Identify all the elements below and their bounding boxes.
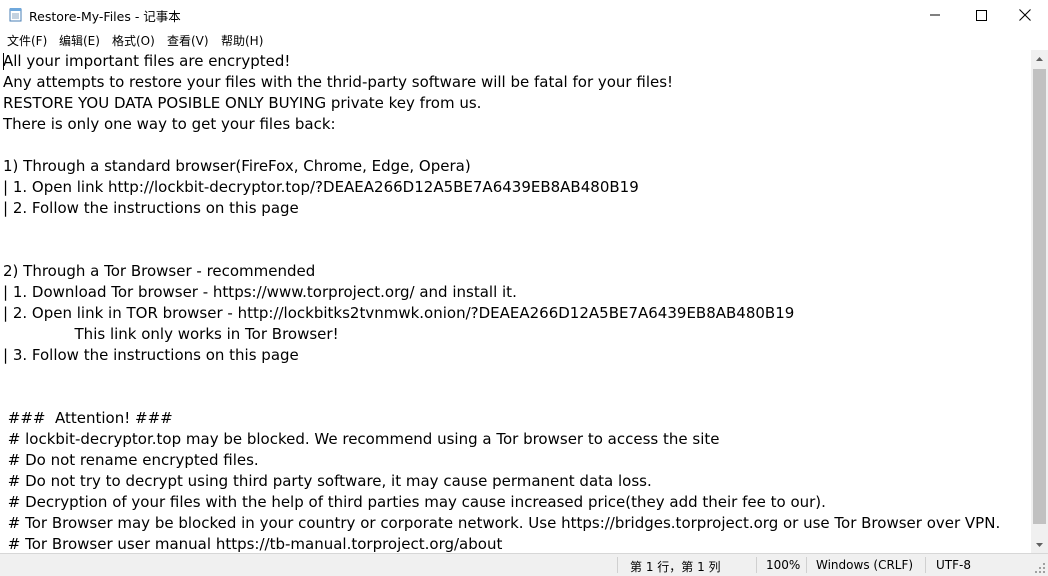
scroll-down-button[interactable] [1031, 536, 1048, 553]
status-separator [617, 557, 618, 573]
close-icon [1019, 9, 1031, 21]
menu-help[interactable]: 帮助(H) [220, 32, 264, 49]
scroll-down-icon [1036, 542, 1043, 547]
text-editor[interactable]: All your important files are encrypted! … [0, 50, 1031, 553]
maximize-icon [975, 9, 987, 21]
zoom-level: 100% [766, 558, 801, 572]
menu-file[interactable]: 文件(F) [6, 32, 48, 49]
encoding: UTF-8 [936, 558, 971, 572]
minimize-button[interactable] [912, 0, 958, 30]
close-button[interactable] [1002, 0, 1048, 30]
menu-view[interactable]: 查看(V) [166, 32, 210, 49]
minimize-icon [930, 14, 940, 16]
status-separator [756, 557, 757, 573]
notepad-icon [9, 8, 22, 22]
status-bar: 第 1 行，第 1 列 100% Windows (CRLF) UTF-8 [0, 553, 1048, 576]
window-title: Restore-My-Files - 记事本 [29, 9, 181, 24]
title-bar[interactable]: Restore-My-Files - 记事本 [0, 0, 1048, 30]
scroll-up-button[interactable] [1031, 50, 1048, 67]
maximize-button[interactable] [958, 0, 1004, 30]
scroll-up-icon [1036, 56, 1043, 61]
cursor-position: 第 1 行，第 1 列 [630, 560, 721, 574]
resize-grip-icon[interactable] [1034, 562, 1046, 574]
status-separator [925, 557, 926, 573]
editor-content[interactable]: All your important files are encrypted! … [3, 51, 1000, 553]
menu-format[interactable]: 格式(O) [111, 32, 156, 49]
text-caret [3, 53, 4, 70]
menu-edit[interactable]: 编辑(E) [58, 32, 101, 49]
status-separator [806, 557, 807, 573]
line-ending: Windows (CRLF) [816, 558, 914, 572]
vertical-scrollbar[interactable] [1031, 50, 1048, 553]
scroll-thumb[interactable] [1033, 69, 1046, 524]
menu-bar: 文件(F) 编辑(E) 格式(O) 查看(V) 帮助(H) [0, 30, 1048, 50]
notepad-window: Restore-My-Files - 记事本 文件(F) 编辑(E) 格式(O)… [0, 0, 1048, 576]
